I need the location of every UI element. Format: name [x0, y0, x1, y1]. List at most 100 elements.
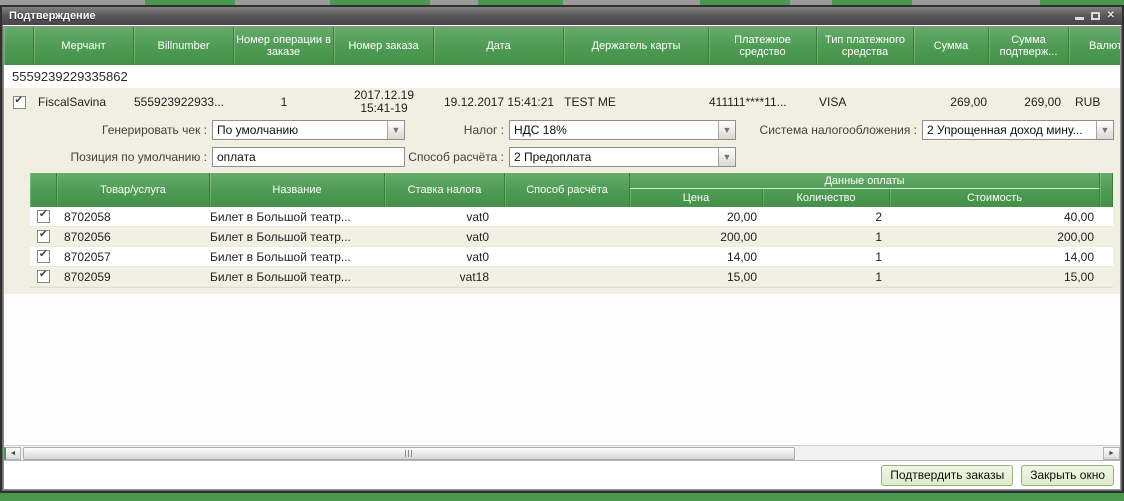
- item-product-cell: 8702056: [57, 230, 210, 244]
- item-price-cell: 200,00: [630, 230, 763, 244]
- column-header-order-number[interactable]: Номер заказа: [334, 27, 434, 65]
- column-header-payment-type[interactable]: Тип платежного средства: [817, 27, 914, 65]
- generate-receipt-label: Генерировать чек :: [4, 123, 212, 137]
- item-row[interactable]: 8702057 Билет в Большой театр... vat0 14…: [30, 247, 1113, 267]
- item-column-header-quantity[interactable]: Количество: [763, 189, 890, 207]
- column-header-merchant[interactable]: Мерчант: [34, 27, 134, 65]
- confirmation-dialog: Подтверждение ✕ Мерчант Billnumber Номер…: [0, 5, 1124, 493]
- calc-method-label: Способ расчёта :: [405, 150, 509, 164]
- item-price-cell: 20,00: [630, 210, 763, 224]
- window-title: Подтверждение: [9, 10, 1075, 22]
- items-grid: Товар/услуга Название Ставка налога Спос…: [30, 173, 1113, 288]
- order-checkbox[interactable]: [13, 96, 26, 109]
- item-quantity-cell: 2: [763, 210, 890, 224]
- item-price-cell: 15,00: [630, 270, 763, 284]
- column-header-date[interactable]: Дата: [434, 27, 564, 65]
- payment-type-cell: VISA: [817, 95, 914, 109]
- item-product-cell: 8702059: [57, 270, 210, 284]
- chevron-down-icon[interactable]: ▼: [387, 121, 404, 139]
- column-header-confirmed-amount[interactable]: Сумма подтверж...: [989, 27, 1069, 65]
- generate-receipt-combo[interactable]: По умолчанию ▼: [212, 120, 405, 140]
- close-icon[interactable]: ✕: [1107, 11, 1115, 21]
- item-column-header-price[interactable]: Цена: [630, 189, 763, 207]
- item-product-cell: 8702057: [57, 250, 210, 264]
- scrollbar-thumb[interactable]: [23, 447, 795, 460]
- item-column-header-name[interactable]: Название: [210, 173, 385, 207]
- tax-system-combo[interactable]: 2 Упрощенная доход мину... ▼: [922, 120, 1114, 140]
- minimize-icon[interactable]: [1075, 17, 1084, 20]
- item-checkbox[interactable]: [37, 210, 50, 223]
- scrollbar-grip-icon: [405, 450, 413, 457]
- column-header-currency[interactable]: Валюта: [1069, 27, 1120, 65]
- generate-receipt-value: По умолчанию: [213, 121, 387, 139]
- currency-cell: RUB: [1069, 95, 1120, 109]
- default-position-input[interactable]: оплата: [212, 147, 405, 167]
- item-row[interactable]: 8702058 Билет в Большой театр... vat0 20…: [30, 207, 1113, 227]
- column-header-amount[interactable]: Сумма: [914, 27, 989, 65]
- column-header-billnumber[interactable]: Billnumber: [134, 27, 234, 65]
- item-column-header-checkbox[interactable]: [30, 173, 57, 207]
- item-vat-cell: vat18: [385, 270, 505, 284]
- background-page-bottom: [0, 493, 1124, 501]
- item-name-cell: Билет в Большой театр...: [210, 270, 385, 284]
- item-checkbox[interactable]: [37, 230, 50, 243]
- item-column-header-vat-rate[interactable]: Ставка налога: [385, 173, 505, 207]
- footer-toolbar: Подтвердить заказы Закрыть окно: [4, 461, 1120, 489]
- calc-method-value: 2 Предоплата: [510, 148, 718, 166]
- item-cost-cell: 40,00: [890, 210, 1100, 224]
- chevron-down-icon[interactable]: ▼: [718, 121, 735, 139]
- merchant-cell: FiscalSavina: [34, 95, 134, 109]
- column-header-operation-number[interactable]: Номер операции в заказе: [234, 27, 334, 65]
- item-price-cell: 14,00: [630, 250, 763, 264]
- screen: Подтверждение ✕ Мерчант Billnumber Номер…: [0, 0, 1124, 501]
- item-cost-cell: 200,00: [890, 230, 1100, 244]
- order-row[interactable]: FiscalSavina 555923922933... 1 2017.12.1…: [4, 88, 1120, 116]
- column-header-checkbox[interactable]: [4, 27, 34, 65]
- tax-system-label: Система налогообложения :: [736, 123, 922, 137]
- empty-area: [4, 294, 1120, 445]
- tax-label: Налог :: [405, 123, 509, 137]
- date-value: 19.12.2017 15:41:21: [444, 95, 554, 109]
- horizontal-scrollbar[interactable]: ◄ ►: [4, 445, 1120, 461]
- confirmed-amount-cell: 269,00: [989, 95, 1069, 109]
- payment-instrument-cell: 411111****11...: [709, 95, 817, 109]
- item-column-header-product[interactable]: Товар/услуга: [57, 173, 210, 207]
- item-row[interactable]: 8702056 Билет в Большой театр... vat0 20…: [30, 227, 1113, 247]
- order-section: FiscalSavina 555923922933... 1 2017.12.1…: [4, 88, 1120, 294]
- item-quantity-cell: 1: [763, 270, 890, 284]
- amount-cell: 269,00: [914, 95, 989, 109]
- item-row[interactable]: 8702059 Билет в Большой театр... vat18 1…: [30, 267, 1113, 287]
- item-product-cell: 8702058: [57, 210, 210, 224]
- order-number-cell: 2017.12.19 15:41-19: [334, 89, 434, 115]
- tax-combo[interactable]: НДС 18% ▼: [509, 120, 736, 140]
- billnumber-cell: 555923922933...: [134, 95, 234, 109]
- tax-system-value: 2 Упрощенная доход мину...: [923, 121, 1096, 139]
- card-number: 5559239229335862: [12, 69, 128, 84]
- default-position-label: Позиция по умолчанию :: [4, 150, 212, 164]
- item-column-header-cost[interactable]: Стоимость: [890, 189, 1100, 207]
- item-cost-cell: 14,00: [890, 250, 1100, 264]
- item-checkbox[interactable]: [37, 270, 50, 283]
- scroll-right-icon[interactable]: ►: [1103, 447, 1120, 460]
- item-vat-cell: vat0: [385, 230, 505, 244]
- column-header-card-holder[interactable]: Держатель карты: [564, 27, 709, 65]
- payment-data-group-header: Данные оплаты: [630, 173, 1100, 189]
- chevron-down-icon[interactable]: ▼: [1096, 121, 1113, 139]
- maximize-icon[interactable]: [1091, 12, 1100, 20]
- form-row-1: Генерировать чек : По умолчанию ▼ Налог …: [4, 116, 1120, 143]
- column-header-payment-instrument[interactable]: Платежное средство: [709, 27, 817, 65]
- close-window-button[interactable]: Закрыть окно: [1021, 465, 1114, 486]
- items-grid-header: Товар/услуга Название Ставка налога Спос…: [30, 173, 1113, 207]
- item-cost-cell: 15,00: [890, 270, 1100, 284]
- window-controls: ✕: [1075, 11, 1115, 21]
- orders-grid-header: Мерчант Billnumber Номер операции в зака…: [4, 27, 1120, 65]
- calc-method-combo[interactable]: 2 Предоплата ▼: [509, 147, 736, 167]
- item-name-cell: Билет в Большой театр...: [210, 230, 385, 244]
- confirm-orders-button[interactable]: Подтвердить заказы: [881, 465, 1013, 486]
- titlebar[interactable]: Подтверждение ✕: [2, 7, 1122, 25]
- item-column-header-calc-method[interactable]: Способ расчёта: [505, 173, 630, 207]
- scroll-left-icon[interactable]: ◄: [4, 447, 21, 460]
- chevron-down-icon[interactable]: ▼: [718, 148, 735, 166]
- item-checkbox[interactable]: [37, 250, 50, 263]
- item-column-header-spacer: [1100, 173, 1113, 207]
